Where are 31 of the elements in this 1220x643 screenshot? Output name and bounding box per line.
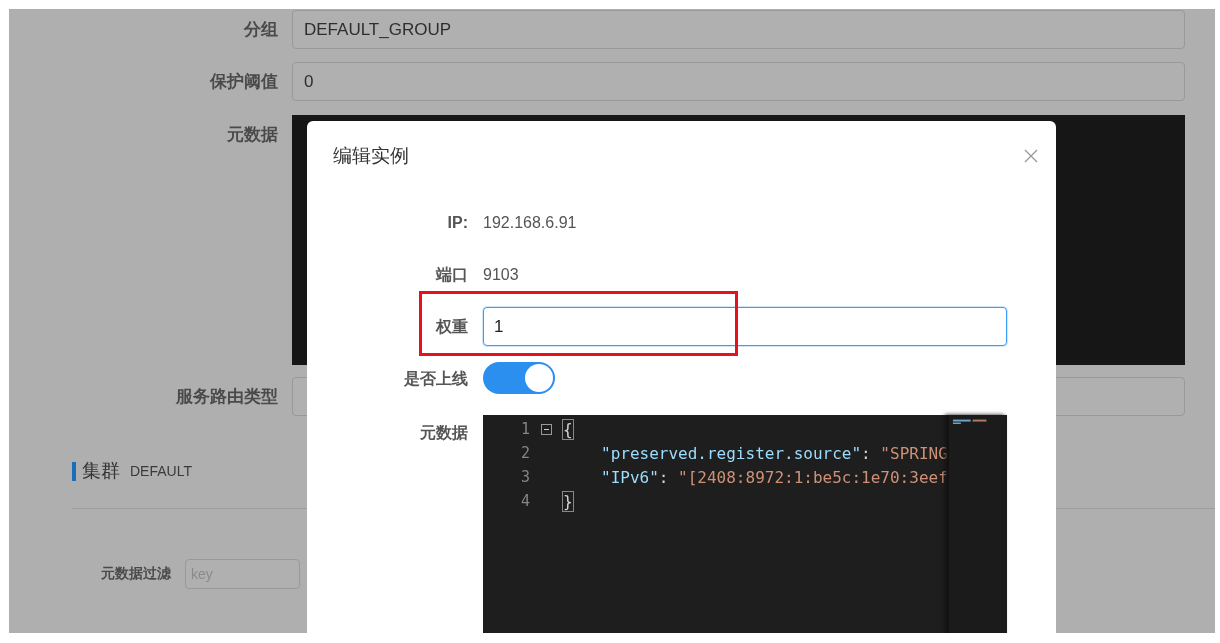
field-label: 权重: [436, 317, 468, 337]
code-line: "preserved.register.source": "SPRING: [600, 443, 948, 463]
field-value: 9103: [483, 265, 520, 285]
field-label: 服务路由类型: [176, 386, 278, 408]
field-value: 192.168.6.91: [483, 213, 578, 233]
line-number: 1: [519, 420, 530, 438]
close-icon[interactable]: [1024, 149, 1038, 163]
accent-bar: [72, 461, 76, 481]
section-title: 集群: [82, 459, 120, 483]
code-line: {: [563, 419, 573, 439]
code-editor[interactable]: 1 { 2 "preserved.register.source": "SPRING 3 "IPv6": "[2408:8972:1:be5c:1e70:3eef 4 }: [483, 415, 1007, 633]
field-label: 端口: [436, 265, 468, 285]
text-field[interactable]: DEFAULT_GROUP: [292, 10, 1185, 49]
weight-input[interactable]: 1: [483, 307, 1007, 346]
line-number: 3: [519, 468, 530, 486]
dialog-title: 编辑实例: [333, 144, 409, 168]
field-label: 分组: [244, 19, 278, 41]
field-label: 元数据过滤: [101, 565, 171, 583]
line-number: 2: [519, 444, 530, 462]
cluster-name: DEFAULT: [130, 463, 192, 479]
field-label: IP:: [447, 213, 468, 233]
line-number: 4: [519, 492, 530, 510]
field-label: 保护阈值: [210, 71, 278, 93]
field-label: 是否上线: [404, 369, 468, 389]
collapse-icon[interactable]: [541, 423, 552, 435]
toggle-switch[interactable]: [483, 362, 555, 394]
text-field[interactable]: 0: [292, 62, 1185, 101]
field-label: 元数据: [227, 124, 278, 146]
field-label: 元数据: [420, 423, 468, 443]
code-line: "IPv6": "[2408:8972:1:be5c:1e70:3eef: [600, 467, 948, 487]
code-line: }: [563, 491, 573, 511]
